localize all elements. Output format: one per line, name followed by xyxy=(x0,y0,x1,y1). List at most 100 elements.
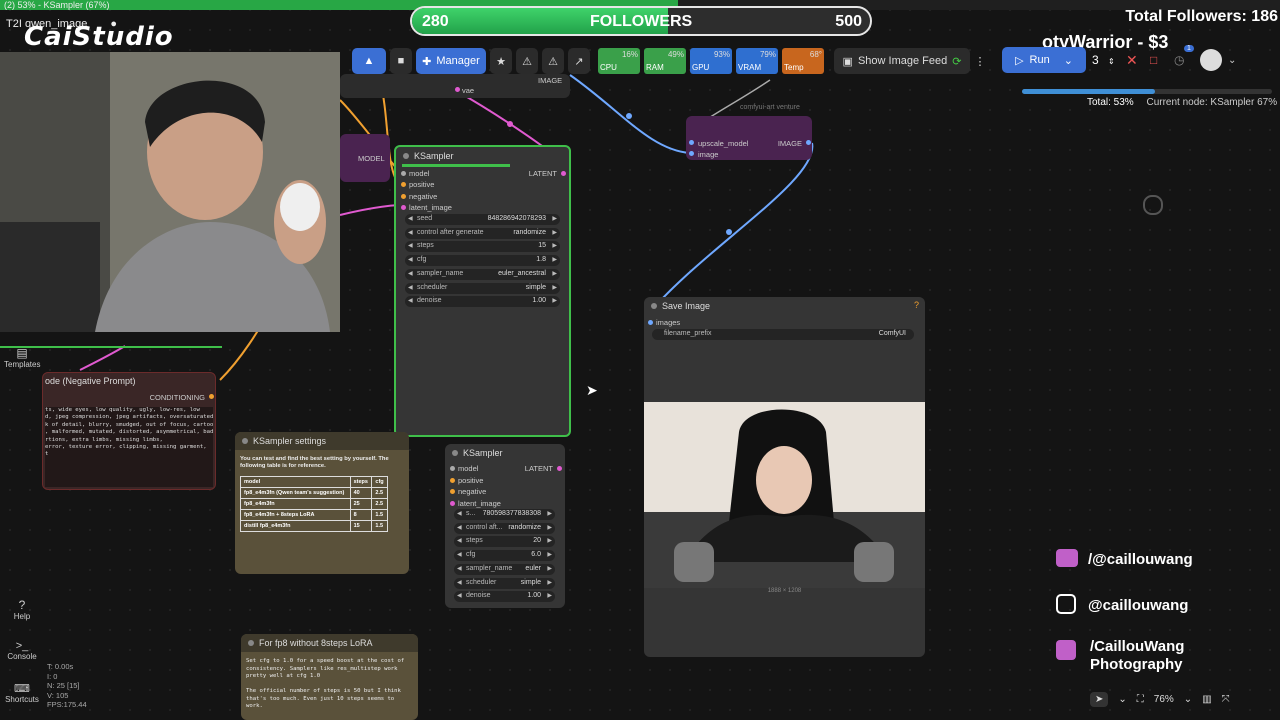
widget-steps[interactable]: ◀ steps 15 ▶ xyxy=(405,241,560,253)
input-dot-positive[interactable] xyxy=(450,477,455,483)
drag-handle[interactable]: ⋮ xyxy=(974,48,986,74)
input-dot-negative[interactable] xyxy=(401,193,406,199)
increment-arrow-icon[interactable]: ▶ xyxy=(547,510,552,517)
select-tool-button[interactable]: ➤ xyxy=(1090,691,1109,707)
widget-steps[interactable]: ◀ steps 20 ▶ xyxy=(454,536,555,548)
upscale-model-dot[interactable] xyxy=(689,140,694,145)
decrement-arrow-icon[interactable]: ◀ xyxy=(457,551,462,558)
increment-arrow-icon[interactable]: ▶ xyxy=(552,297,557,304)
input-dot-latent-image[interactable] xyxy=(401,204,406,210)
widget-control-aft[interactable]: ◀ control aft... randomize ▶ xyxy=(454,522,555,534)
run-button[interactable]: ▷ Run ⌄ xyxy=(1002,47,1086,73)
fp8-note[interactable]: For fp8 without 8steps LoRA Set cfg to 1… xyxy=(241,634,418,720)
zoom-chevron-icon[interactable]: ⌄ xyxy=(1184,694,1192,705)
cancel-button[interactable]: ✕ xyxy=(1126,52,1144,69)
widget-cfg[interactable]: ◀ cfg 6.0 ▶ xyxy=(454,550,555,562)
batch-count-input[interactable]: 3 ⇕ xyxy=(1092,53,1120,67)
show-image-feed-button[interactable]: ▣ Show Image Feed ⟳ xyxy=(834,48,970,74)
input-dot-positive[interactable] xyxy=(401,182,406,188)
image-upscale-node[interactable]: upscale_model image IMAGE xyxy=(686,116,812,160)
increment-arrow-icon[interactable]: ▶ xyxy=(547,565,552,572)
increment-arrow-icon[interactable]: ▶ xyxy=(547,579,552,586)
image-feed-icon: ▣ xyxy=(842,55,853,68)
model-loader-node[interactable]: MODEL xyxy=(340,134,390,182)
stop-button[interactable]: □ xyxy=(1150,53,1168,67)
increment-arrow-icon[interactable]: ▶ xyxy=(552,215,557,222)
widget-seed[interactable]: ◀ seed 848286942078293 ▶ xyxy=(405,214,560,225)
share-button[interactable]: ↗ xyxy=(568,48,590,74)
image-input-dot[interactable] xyxy=(689,151,694,156)
zoom-level[interactable]: 76% xyxy=(1154,694,1174,705)
input-dot-model[interactable] xyxy=(450,466,455,471)
ksampler-settings-note[interactable]: KSampler settings You can test and find … xyxy=(235,432,409,574)
input-label-model: model xyxy=(458,464,479,473)
sidebar-console[interactable]: >_ Console xyxy=(4,640,40,661)
save-image-node[interactable]: Save Image ? images filename_prefix Comf… xyxy=(644,297,925,657)
input-dot-latent-image[interactable] xyxy=(450,500,455,506)
decrement-arrow-icon[interactable]: ◀ xyxy=(457,524,462,531)
vae-input-dot[interactable] xyxy=(455,87,460,92)
widget-control-after-generate[interactable]: ◀ control after generate randomize ▶ xyxy=(405,227,560,239)
widget-scheduler[interactable]: ◀ scheduler simple ▶ xyxy=(454,577,555,589)
vae-decode-node[interactable]: vae IMAGE xyxy=(340,74,570,98)
decrement-arrow-icon[interactable]: ◀ xyxy=(408,242,413,249)
widget-sampler-name[interactable]: ◀ sampler_name euler_ancestral ▶ xyxy=(405,268,560,280)
star-button[interactable]: ★ xyxy=(490,48,512,74)
nodes-map-button[interactable]: ⚠ xyxy=(516,48,538,74)
negative-prompt-text[interactable]: ts, wide eyes, low quality, ugly, low-re… xyxy=(45,407,213,487)
sidebar-templates[interactable]: ▤ Templates xyxy=(4,346,40,369)
help-icon[interactable]: ? xyxy=(914,300,919,310)
comfy-logo-button[interactable]: ▲ xyxy=(352,48,386,74)
tool-chevron-icon[interactable]: ⌄ xyxy=(1118,694,1126,705)
decrement-arrow-icon[interactable]: ◀ xyxy=(408,229,413,236)
image-output-dot[interactable] xyxy=(806,140,811,145)
latent-output-dot[interactable] xyxy=(561,171,566,176)
increment-arrow-icon[interactable]: ▶ xyxy=(552,242,557,249)
decrement-arrow-icon[interactable]: ◀ xyxy=(408,284,413,291)
increment-arrow-icon[interactable]: ▶ xyxy=(552,270,557,277)
widget-cfg[interactable]: ◀ cfg 1.8 ▶ xyxy=(405,255,560,267)
widget-s[interactable]: ◀ s... 780598377838308 ▶ xyxy=(454,509,555,520)
increment-arrow-icon[interactable]: ▶ xyxy=(552,284,557,291)
minimap-button[interactable]: ▥ xyxy=(1202,694,1211,705)
decrement-arrow-icon[interactable]: ◀ xyxy=(408,215,413,222)
images-input-dot[interactable] xyxy=(648,320,653,325)
decrement-arrow-icon[interactable]: ◀ xyxy=(408,256,413,263)
filename-prefix-widget[interactable]: filename_prefix ComfyUI xyxy=(652,329,914,340)
increment-arrow-icon[interactable]: ▶ xyxy=(547,537,552,544)
decrement-arrow-icon[interactable]: ◀ xyxy=(457,510,462,517)
sidebar-shortcuts[interactable]: ⌨ Shortcuts xyxy=(4,682,40,704)
latent-output-dot[interactable] xyxy=(557,466,562,471)
bookmark-button[interactable]: ■ xyxy=(390,48,412,74)
widget-denoise[interactable]: ◀ denoise 1.00 ▶ xyxy=(405,296,560,308)
sidebar-help[interactable]: ? Help xyxy=(4,598,40,621)
fit-view-button[interactable]: ⛶ xyxy=(1137,694,1144,705)
decrement-arrow-icon[interactable]: ◀ xyxy=(457,579,462,586)
manager-button[interactable]: ✚ Manager xyxy=(416,48,486,74)
decrement-arrow-icon[interactable]: ◀ xyxy=(408,270,413,277)
queue-history-button[interactable]: ◷ 1 xyxy=(1174,45,1194,67)
increment-arrow-icon[interactable]: ▶ xyxy=(552,256,557,263)
generated-image-preview[interactable] xyxy=(644,402,925,588)
widget-scheduler[interactable]: ◀ scheduler simple ▶ xyxy=(405,282,560,294)
increment-arrow-icon[interactable]: ▶ xyxy=(547,551,552,558)
increment-arrow-icon[interactable]: ▶ xyxy=(547,592,552,599)
negative-prompt-node[interactable]: ode (Negative Prompt) CONDITIONING ts, w… xyxy=(42,372,216,490)
decrement-arrow-icon[interactable]: ◀ xyxy=(457,565,462,572)
input-dot-model[interactable] xyxy=(401,171,406,176)
decrement-arrow-icon[interactable]: ◀ xyxy=(408,297,413,304)
widget-denoise[interactable]: ◀ denoise 1.00 ▶ xyxy=(454,591,555,603)
nodes-map-alt-button[interactable]: ⚠ xyxy=(542,48,564,74)
user-menu-button[interactable]: ⌄ xyxy=(1228,55,1238,66)
decrement-arrow-icon[interactable]: ◀ xyxy=(457,537,462,544)
increment-arrow-icon[interactable]: ▶ xyxy=(552,229,557,236)
widget-sampler-name[interactable]: ◀ sampler_name euler ▶ xyxy=(454,563,555,575)
increment-arrow-icon[interactable]: ▶ xyxy=(547,524,552,531)
link-visibility-button[interactable]: ⤧ xyxy=(1222,694,1230,705)
input-dot-negative[interactable] xyxy=(450,489,455,494)
ksampler-node-main[interactable]: KSampler model positive negative latent_ima… xyxy=(394,145,571,437)
user-avatar[interactable] xyxy=(1200,49,1222,71)
conditioning-output-dot[interactable] xyxy=(209,394,214,399)
ksampler-node-second[interactable]: KSampler model positive negative latent_ima… xyxy=(445,444,565,608)
decrement-arrow-icon[interactable]: ◀ xyxy=(457,592,462,599)
